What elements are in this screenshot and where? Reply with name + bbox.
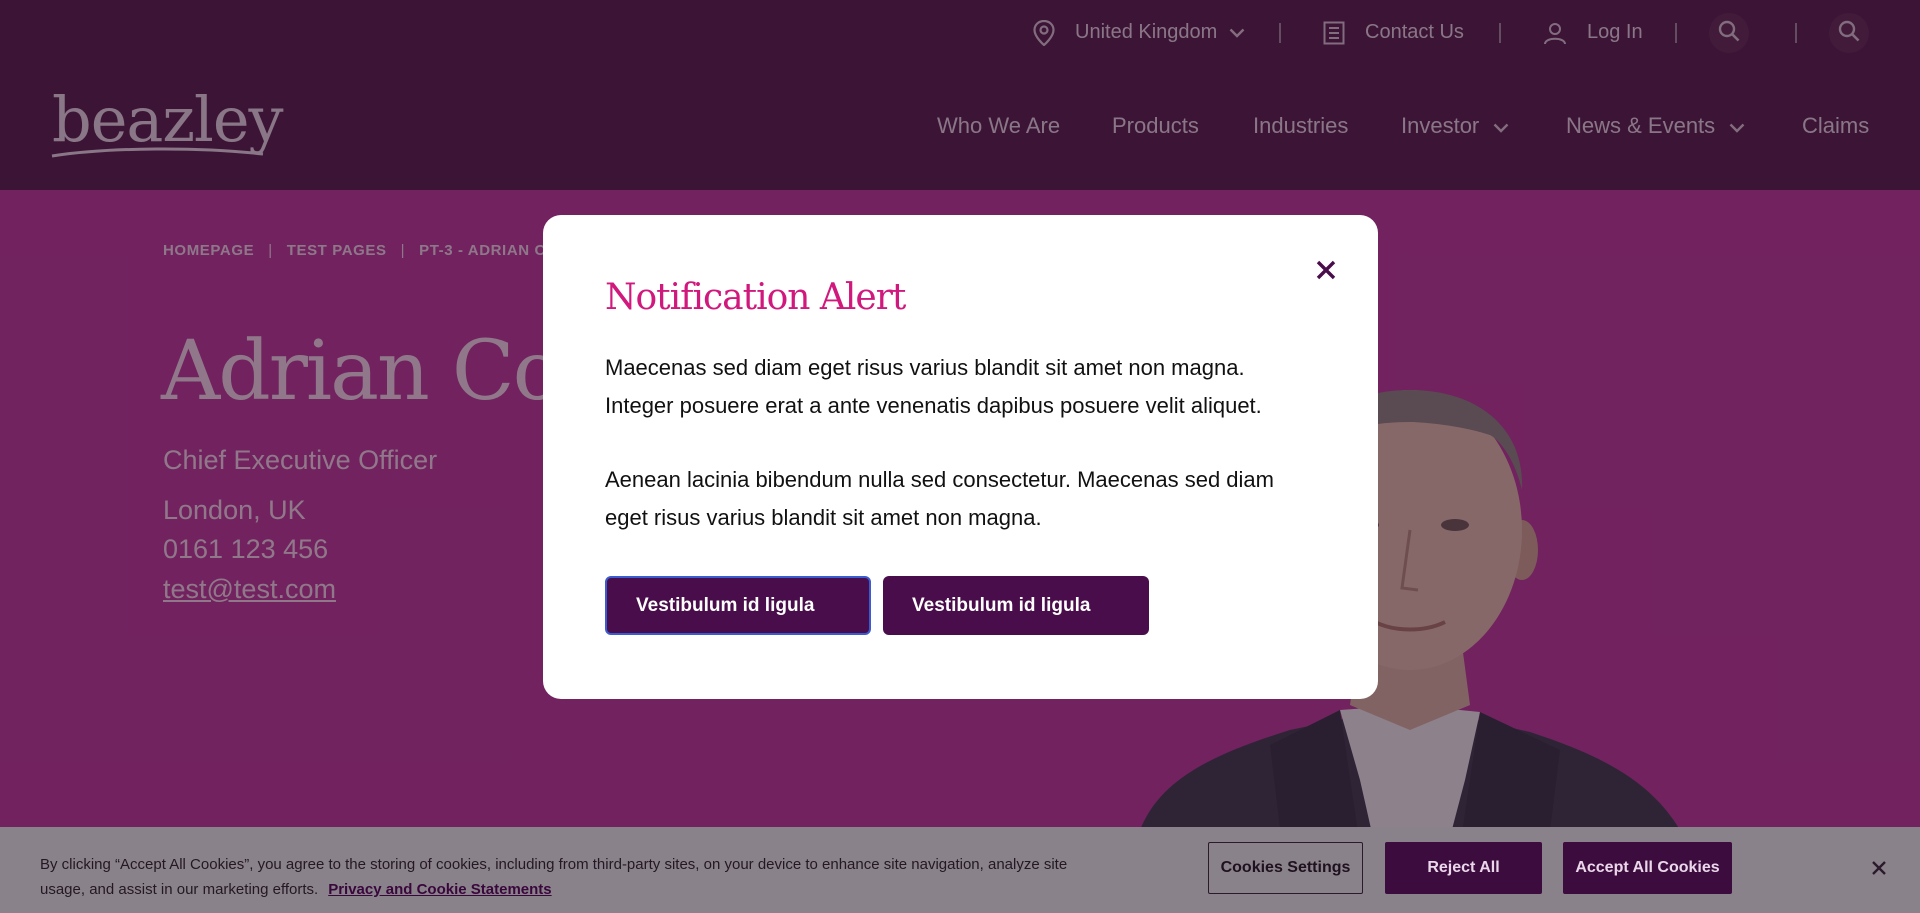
- modal-secondary-button[interactable]: Vestibulum id ligula: [883, 576, 1149, 635]
- cookie-text: By clicking “Accept All Cookies”, you ag…: [40, 856, 1068, 898]
- notification-modal: Notification Alert Maecenas sed diam ege…: [543, 215, 1378, 699]
- cookie-close-button[interactable]: [1866, 857, 1892, 883]
- privacy-cookie-link[interactable]: Privacy and Cookie Statements: [328, 881, 551, 898]
- close-icon: [1871, 860, 1887, 881]
- close-icon: [1316, 260, 1336, 285]
- accept-all-cookies-button[interactable]: Accept All Cookies: [1563, 842, 1732, 894]
- cookie-consent-bar: By clicking “Accept All Cookies”, you ag…: [0, 827, 1920, 913]
- modal-title: Notification Alert: [605, 277, 906, 318]
- modal-paragraph: Maecenas sed diam eget risus varius blan…: [605, 355, 1262, 418]
- cookies-settings-button[interactable]: Cookies Settings: [1208, 842, 1363, 894]
- modal-close-button[interactable]: [1309, 255, 1343, 289]
- cookie-message: By clicking “Accept All Cookies”, you ag…: [40, 852, 1080, 902]
- modal-paragraph: Aenean lacinia bibendum nulla sed consec…: [605, 467, 1274, 530]
- modal-primary-button[interactable]: Vestibulum id ligula: [605, 576, 871, 635]
- reject-all-button[interactable]: Reject All: [1385, 842, 1542, 894]
